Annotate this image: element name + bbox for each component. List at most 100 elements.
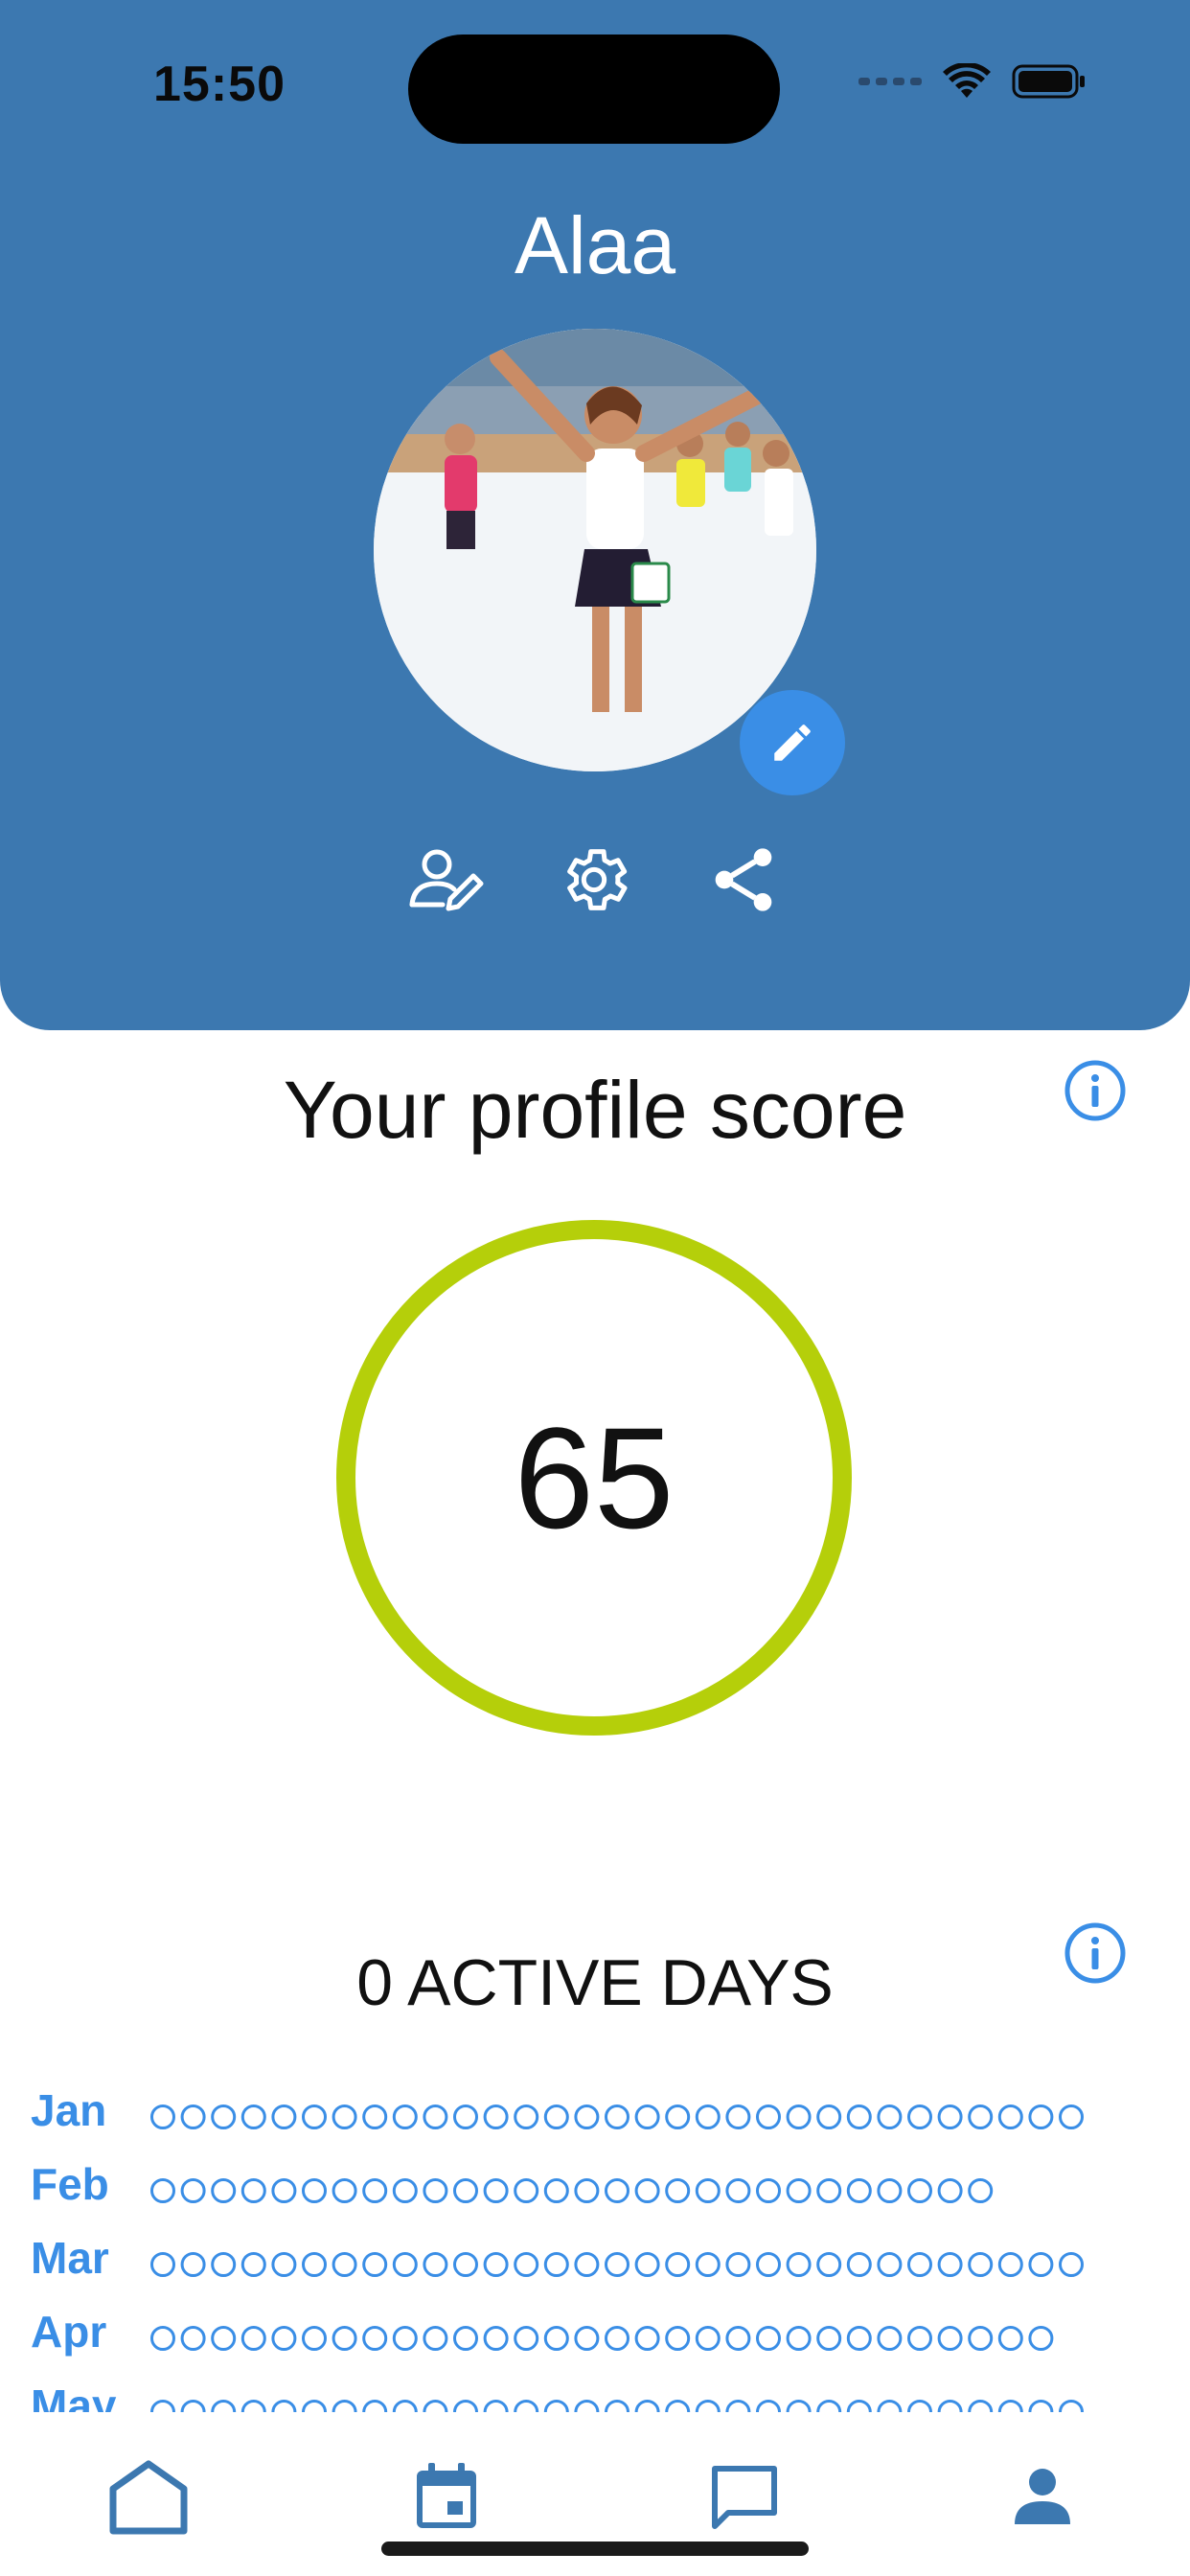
gear-icon: [567, 849, 628, 910]
day-circle: [240, 2326, 266, 2351]
settings-button[interactable]: [554, 841, 634, 918]
day-circle: [392, 2326, 418, 2351]
day-circle: [574, 2326, 600, 2351]
day-circle: [877, 2252, 903, 2277]
day-circle: [574, 2400, 600, 2412]
day-circle: [816, 2178, 842, 2203]
tab-calendar[interactable]: [399, 2453, 494, 2540]
tab-home[interactable]: [101, 2453, 196, 2540]
day-dots: [150, 2104, 1084, 2129]
day-circle: [362, 2400, 388, 2412]
day-circle: [1059, 2104, 1084, 2129]
day-circle: [423, 2178, 448, 2203]
day-circle: [240, 2178, 266, 2203]
day-circle: [877, 2178, 903, 2203]
pencil-icon: [774, 724, 811, 761]
day-circle: [968, 2178, 994, 2203]
day-circle: [786, 2252, 812, 2277]
avatar[interactable]: [374, 329, 816, 771]
month-label: Feb: [31, 2159, 109, 2209]
day-circle: [605, 2400, 629, 2412]
day-circle: [392, 2252, 418, 2277]
edit-photo-button[interactable]: [740, 690, 845, 795]
score-info-button[interactable]: [1064, 1059, 1127, 1122]
status-time: 15:50: [153, 57, 286, 112]
day-circle: [877, 2326, 903, 2351]
day-circle: [150, 2400, 175, 2412]
month-row: Jan: [0, 2084, 1190, 2142]
profile-actions: [0, 841, 1190, 918]
day-circle: [1028, 2104, 1054, 2129]
user-name: Alaa: [514, 200, 676, 290]
day-circle: [150, 2252, 175, 2277]
day-circle: [816, 2104, 842, 2129]
day-circle: [543, 2252, 569, 2277]
day-circle: [483, 2326, 509, 2351]
wifi-icon: [943, 63, 991, 98]
day-circle: [725, 2326, 751, 2351]
day-circle: [453, 2252, 478, 2277]
day-circle: [543, 2104, 569, 2129]
day-circle: [453, 2400, 478, 2412]
day-circle: [332, 2104, 357, 2129]
day-circle: [1028, 2326, 1054, 2351]
day-circle: [665, 2400, 691, 2412]
status-icons: [858, 63, 1087, 100]
day-circle: [302, 2104, 327, 2129]
day-circle: [786, 2178, 812, 2203]
day-circle: [453, 2104, 478, 2129]
day-circle: [665, 2252, 691, 2277]
day-circle: [211, 2178, 237, 2203]
day-circle: [271, 2252, 297, 2277]
month-row: Apr: [0, 2306, 1190, 2363]
edit-profile-button[interactable]: [406, 841, 487, 918]
day-circle: [423, 2104, 448, 2129]
calendar-icon: [417, 2463, 476, 2528]
day-circle: [514, 2326, 539, 2351]
day-circle: [725, 2104, 751, 2129]
day-circle: [514, 2400, 539, 2412]
tab-messages[interactable]: [697, 2453, 792, 2540]
month-label: Jan: [31, 2085, 107, 2135]
day-circle: [634, 2104, 660, 2129]
day-circle: [968, 2252, 994, 2277]
day-circle: [605, 2326, 629, 2351]
day-circle: [937, 2400, 963, 2412]
day-circle: [332, 2326, 357, 2351]
day-circle: [665, 2104, 691, 2129]
share-button[interactable]: [703, 841, 784, 918]
tab-profile[interactable]: [995, 2453, 1090, 2540]
day-circle: [756, 2178, 781, 2203]
day-circle: [423, 2400, 448, 2412]
day-circle: [907, 2326, 932, 2351]
day-circle: [423, 2252, 448, 2277]
day-circle: [695, 2400, 721, 2412]
day-circle: [695, 2252, 721, 2277]
day-circle: [302, 2252, 327, 2277]
day-circle: [543, 2178, 569, 2203]
day-circle: [695, 2104, 721, 2129]
day-circle: [907, 2400, 932, 2412]
day-circle: [756, 2252, 781, 2277]
day-circle: [756, 2104, 781, 2129]
month-label: Mar: [31, 2233, 109, 2283]
day-circle: [240, 2104, 266, 2129]
day-circle: [423, 2326, 448, 2351]
day-circle: [997, 2252, 1023, 2277]
day-circle: [483, 2252, 509, 2277]
day-circle: [302, 2326, 327, 2351]
month-label: Apr: [31, 2307, 107, 2357]
activity-calendar: Jan Feb Mar Apr May: [0, 2084, 1190, 2412]
score-title: Your profile score: [283, 1065, 907, 1155]
day-circle: [150, 2104, 175, 2129]
day-circle: [574, 2252, 600, 2277]
active-days-title: 0 ACTIVE DAYS: [356, 1946, 834, 2019]
day-circle: [180, 2326, 206, 2351]
day-circle: [877, 2400, 903, 2412]
day-circle: [302, 2400, 327, 2412]
day-circle: [514, 2252, 539, 2277]
day-circle: [483, 2400, 509, 2412]
activity-info-button[interactable]: [1064, 1921, 1127, 1985]
day-circle: [786, 2104, 812, 2129]
home-indicator: [381, 2542, 809, 2556]
